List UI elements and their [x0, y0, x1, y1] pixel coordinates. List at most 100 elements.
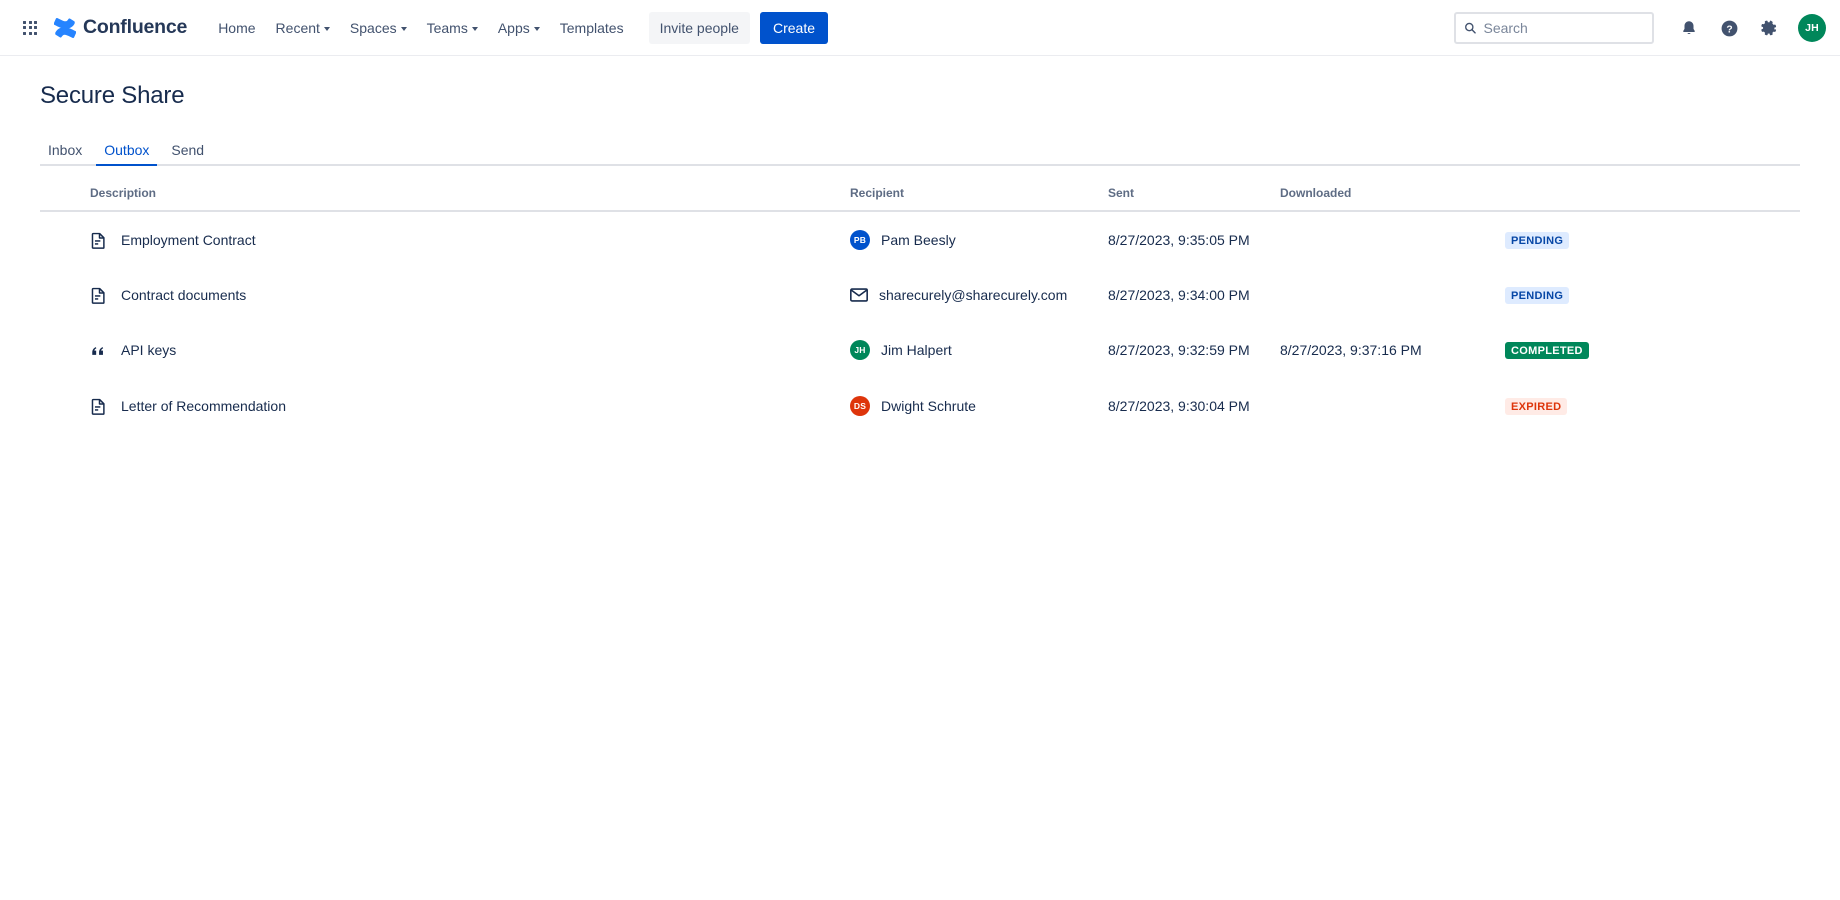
nav-item-templates[interactable]: Templates	[551, 12, 633, 44]
nav-item-label: Apps	[497, 19, 530, 36]
recipient: sharecurely@sharecurely.com	[850, 288, 1108, 302]
document-icon	[91, 232, 105, 249]
nav-item-label: Teams	[426, 19, 468, 36]
help-button[interactable]: ?	[1713, 12, 1745, 44]
nav-item-label: Spaces	[349, 19, 397, 36]
invite-people-button[interactable]: Invite people	[648, 11, 750, 44]
chevron-down-icon	[323, 26, 330, 31]
cell-description: Letter of Recommendation	[40, 378, 850, 434]
search-icon	[1465, 22, 1476, 34]
cell-downloaded: 8/27/2023, 9:37:16 PM	[1280, 342, 1422, 359]
document-title: Employment Contract	[121, 232, 256, 248]
tab-bar: Inbox Outbox Send	[40, 134, 1800, 166]
nav-left-group: Confluence Home Recent Spaces Teams Apps	[14, 11, 829, 44]
table-row[interactable]: Employment Contract PB Pam Beesly 8/27/2023…	[40, 211, 1800, 268]
cell-downloaded	[1280, 268, 1505, 322]
cell-sent: 8/27/2023, 9:30:04 PM	[1108, 398, 1250, 415]
nav-item-home[interactable]: Home	[209, 12, 264, 44]
global-navigation-bar: Confluence Home Recent Spaces Teams Apps	[0, 0, 1840, 56]
nav-item-label: Recent	[275, 19, 320, 36]
status-badge: COMPLETED	[1505, 342, 1589, 360]
avatar: DS	[850, 396, 870, 417]
nav-item-apps[interactable]: Apps	[489, 12, 549, 44]
tab-inbox[interactable]: Inbox	[40, 143, 90, 164]
document-icon	[91, 287, 105, 304]
recipient-name: Jim Halpert	[881, 342, 952, 359]
document-title: API keys	[121, 342, 177, 359]
gear-icon	[1760, 20, 1776, 35]
nav-right-group: ? JH	[1454, 0, 1826, 56]
grid-apps-icon	[23, 20, 37, 35]
cell-downloaded	[1280, 211, 1505, 268]
cell-status: EXPIRED	[1505, 378, 1800, 434]
avatar: JH	[850, 340, 870, 361]
tab-send[interactable]: Send	[163, 143, 212, 164]
search-box[interactable]	[1454, 12, 1654, 44]
status-badge: PENDING	[1505, 231, 1570, 250]
document-title: Contract documents	[121, 287, 247, 304]
nav-item-recent[interactable]: Recent	[267, 12, 339, 44]
table-row[interactable]: Letter of Recommendation DS Dwight Schrute…	[40, 378, 1800, 434]
create-button[interactable]: Create	[759, 11, 829, 44]
column-header-status	[1505, 186, 1800, 212]
settings-button[interactable]	[1753, 12, 1785, 44]
user-avatar[interactable]: JH	[1798, 14, 1826, 42]
confluence-logo-icon	[54, 17, 76, 38]
chevron-down-icon	[471, 26, 478, 31]
cell-status: COMPLETED	[1505, 322, 1800, 378]
tab-outbox[interactable]: Outbox	[96, 143, 158, 166]
nav-item-label: Home	[218, 19, 256, 36]
recipient-name: sharecurely@sharecurely.com	[879, 287, 1068, 304]
table-row[interactable]: API keys JH Jim Halpert 8/27/2023, 9:32:59 …	[40, 322, 1800, 378]
confluence-home-link[interactable]: Confluence	[50, 12, 195, 44]
cell-description: Contract documents	[40, 268, 850, 322]
cell-status: PENDING	[1505, 211, 1800, 268]
document-link[interactable]: Employment Contract	[90, 232, 850, 249]
cell-recipient: PB Pam Beesly	[850, 211, 1108, 268]
document-link[interactable]: Letter of Recommendation	[90, 398, 850, 415]
notifications-button[interactable]	[1673, 12, 1705, 44]
recipient: DS Dwight Schrute	[850, 396, 1108, 417]
avatar: PB	[850, 230, 870, 250]
column-header-description[interactable]: Description	[40, 186, 850, 212]
nav-item-spaces[interactable]: Spaces	[341, 12, 416, 44]
recipient-name: Pam Beesly	[881, 232, 956, 248]
cell-description: API keys	[40, 322, 850, 378]
cell-description: Employment Contract	[40, 211, 850, 268]
cell-status: PENDING	[1505, 268, 1800, 322]
nav-item-teams[interactable]: Teams	[418, 12, 487, 44]
chevron-down-icon	[400, 26, 407, 31]
column-header-sent[interactable]: Sent	[1108, 186, 1280, 212]
recipient: JH Jim Halpert	[850, 340, 1108, 361]
app-switcher-button[interactable]	[14, 12, 46, 44]
primary-nav-items: Home Recent Spaces Teams Apps Templates	[209, 12, 632, 44]
page-content: Secure Share Inbox Outbox Send Descripti…	[0, 82, 1840, 434]
table-header: Description Recipient Sent Downloaded	[40, 186, 1800, 212]
table-row[interactable]: Contract documents sharecurely@sharecurel…	[40, 268, 1800, 322]
svg-text:?: ?	[1726, 24, 1732, 35]
chevron-down-icon	[533, 26, 540, 31]
document-title: Letter of Recommendation	[121, 398, 286, 415]
recipient-name: Dwight Schrute	[881, 398, 976, 415]
mail-icon	[850, 288, 868, 302]
cell-recipient: sharecurely@sharecurely.com	[850, 268, 1108, 322]
cell-recipient: DS Dwight Schrute	[850, 378, 1108, 434]
document-icon	[91, 398, 105, 415]
document-link[interactable]: API keys	[90, 342, 850, 359]
cell-downloaded	[1280, 378, 1505, 434]
cell-sent: 8/27/2023, 9:32:59 PM	[1108, 342, 1250, 359]
status-badge: PENDING	[1505, 287, 1570, 305]
recipient: PB Pam Beesly	[850, 230, 1108, 250]
cell-sent: 8/27/2023, 9:34:00 PM	[1108, 287, 1250, 304]
brand-label: Confluence	[83, 16, 188, 38]
status-badge: EXPIRED	[1505, 398, 1568, 416]
quote-icon	[92, 346, 104, 355]
document-link[interactable]: Contract documents	[90, 287, 850, 304]
cell-recipient: JH Jim Halpert	[850, 322, 1108, 378]
search-input[interactable]	[1483, 20, 1644, 36]
nav-item-label: Templates	[559, 19, 624, 36]
column-header-recipient[interactable]: Recipient	[850, 186, 1108, 212]
secure-share-table: Description Recipient Sent Downloaded Em…	[40, 186, 1800, 434]
cell-sent: 8/27/2023, 9:35:05 PM	[1108, 232, 1250, 248]
column-header-downloaded[interactable]: Downloaded	[1280, 186, 1505, 212]
